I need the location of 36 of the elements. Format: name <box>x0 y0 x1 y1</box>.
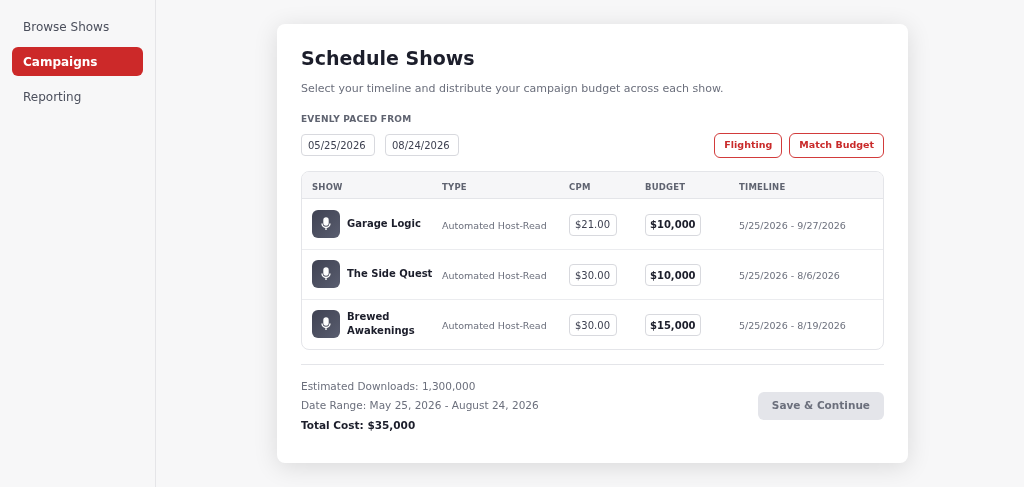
budget-field[interactable]: $15,000 <box>645 314 701 337</box>
budget-field[interactable]: $10,000 <box>645 264 701 287</box>
action-button[interactable]: Match Budget <box>789 132 884 158</box>
start-date-field[interactable]: 05/25/2026 <box>301 134 375 156</box>
cpm-field[interactable]: $30.00 <box>569 264 617 287</box>
summary-text: Estimated Downloads: 1,300,000 <box>301 378 477 394</box>
total-cost: Total Cost: $35,000 <box>301 418 417 433</box>
action-button[interactable]: Flighting <box>714 132 783 158</box>
microphone-icon <box>312 260 340 288</box>
end-date-field[interactable]: 08/24/2026 <box>385 134 459 156</box>
budget-field[interactable]: $10,000 <box>645 213 701 236</box>
sidebar-item[interactable]: Reporting <box>12 82 143 111</box>
table-cell: 5/25/2026 - 8/19/2026 <box>739 320 846 331</box>
cpm-field[interactable]: $30.00 <box>569 314 617 337</box>
show-name: The Side Quest <box>347 267 434 281</box>
table-cell: Automated Host-Read <box>442 270 547 281</box>
summary-text: Date Range: May 25, 2026 - August 24, 2026 <box>301 398 539 414</box>
column-header: CPM <box>569 181 591 192</box>
cpm-field[interactable]: $21.00 <box>569 213 617 236</box>
sidebar-item[interactable]: Campaigns <box>12 47 143 76</box>
pacing-label: EVENLY PACED FROM <box>301 113 413 126</box>
page-title: Schedule Shows <box>301 46 476 71</box>
microphone-icon <box>312 310 340 338</box>
column-header: BUDGET <box>645 181 686 192</box>
table-cell: Automated Host-Read <box>442 320 547 331</box>
column-header: TYPE <box>442 181 467 192</box>
show-name: Brewed Awakenings <box>347 310 416 338</box>
column-header: TIMELINE <box>739 181 786 192</box>
microphone-icon <box>312 209 340 238</box>
column-header: SHOW <box>312 181 343 192</box>
table-cell: 5/25/2026 - 9/27/2026 <box>739 219 846 231</box>
table-cell: 5/25/2026 - 8/6/2026 <box>739 270 840 281</box>
subtitle: Select your timeline and distribute your campaign budget across each show. <box>301 80 725 97</box>
sidebar-item[interactable]: Browse Shows <box>12 12 143 41</box>
show-name: Garage Logic <box>347 216 422 231</box>
table-cell: Automated Host-Read <box>442 219 547 231</box>
